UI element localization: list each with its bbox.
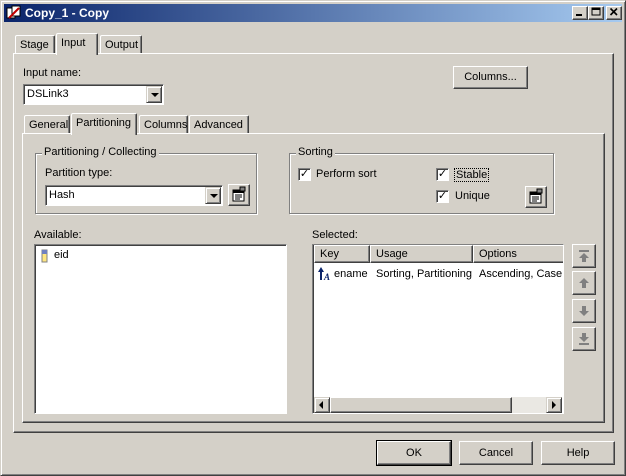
partition-type-label: Partition type: bbox=[45, 167, 113, 179]
scrollbar-thumb[interactable] bbox=[330, 397, 512, 413]
list-item[interactable]: eid bbox=[39, 248, 239, 264]
properties-icon bbox=[529, 188, 543, 204]
ok-button[interactable]: OK bbox=[376, 440, 452, 466]
tab-input-label: Input bbox=[61, 37, 86, 49]
sort-key-icon: A bbox=[318, 267, 330, 282]
input-tab-panel: Input name: DSLink3 Columns... General P… bbox=[13, 53, 614, 433]
cancel-button[interactable]: Cancel bbox=[459, 441, 533, 465]
partition-type-value: Hash bbox=[49, 189, 75, 201]
available-label: Available: bbox=[34, 229, 82, 241]
partition-properties-button[interactable] bbox=[228, 184, 250, 206]
tab-stage-label: Stage bbox=[20, 39, 49, 51]
move-top-icon bbox=[579, 250, 589, 262]
horizontal-scrollbar[interactable] bbox=[314, 397, 562, 413]
tab-columns-label: Columns bbox=[144, 119, 188, 131]
app-icon bbox=[6, 5, 21, 19]
column-icon bbox=[41, 249, 48, 263]
minimize-button[interactable] bbox=[572, 6, 588, 20]
selected-list[interactable]: Key Usage Options A ename Sorting, Parti… bbox=[312, 244, 564, 414]
input-name-combo[interactable]: DSLink3 bbox=[23, 84, 164, 105]
table-row[interactable]: A ename Sorting, Partitioning Ascending,… bbox=[314, 265, 563, 283]
move-down-button[interactable] bbox=[572, 299, 596, 323]
tab-output[interactable]: Output bbox=[100, 35, 142, 55]
tab-input[interactable]: Input bbox=[56, 33, 98, 55]
move-to-top-button[interactable] bbox=[572, 244, 596, 268]
arrow-left-icon bbox=[319, 401, 323, 409]
chevron-down-icon[interactable] bbox=[146, 86, 162, 103]
tab-advanced-label: Advanced bbox=[194, 119, 243, 131]
partitioning-group: Partitioning / Collecting Partition type… bbox=[35, 146, 257, 214]
input-name-label: Input name: bbox=[23, 67, 82, 79]
sort-properties-button[interactable] bbox=[525, 186, 547, 208]
column-header-usage-label: Usage bbox=[376, 248, 408, 260]
tab-columns[interactable]: Columns bbox=[139, 115, 188, 135]
tab-general[interactable]: General bbox=[24, 115, 70, 135]
stable-checkbox[interactable]: ✓ bbox=[436, 168, 449, 181]
partition-type-combo[interactable]: Hash bbox=[45, 185, 223, 206]
column-header-options[interactable]: Options bbox=[473, 245, 563, 263]
arrow-up-icon bbox=[579, 278, 589, 288]
tab-output-label: Output bbox=[105, 39, 139, 51]
maximize-button[interactable] bbox=[588, 6, 604, 20]
available-list[interactable]: eid bbox=[34, 244, 287, 414]
columns-button[interactable]: Columns... bbox=[453, 66, 528, 89]
row-usage: Sorting, Partitioning bbox=[376, 268, 472, 280]
ok-button-label: OK bbox=[406, 447, 422, 459]
move-to-bottom-button[interactable] bbox=[572, 327, 596, 351]
tab-general-label: General bbox=[29, 119, 69, 131]
arrow-right-icon bbox=[552, 401, 556, 409]
arrow-down-icon bbox=[579, 306, 589, 316]
row-key: ename bbox=[334, 268, 368, 280]
help-button[interactable]: Help bbox=[541, 441, 615, 465]
properties-icon bbox=[232, 186, 246, 202]
stable-label: Stable bbox=[454, 168, 490, 182]
scroll-right-button[interactable] bbox=[546, 397, 562, 413]
close-icon bbox=[609, 7, 618, 16]
chevron-down-icon[interactable] bbox=[205, 187, 221, 204]
help-button-label: Help bbox=[566, 447, 590, 459]
scroll-left-button[interactable] bbox=[314, 397, 330, 413]
close-button[interactable] bbox=[606, 6, 622, 20]
input-name-value: DSLink3 bbox=[27, 88, 69, 100]
columns-button-label: Columns... bbox=[464, 71, 517, 83]
unique-checkbox[interactable]: ✓ bbox=[436, 190, 449, 203]
cancel-button-label: Cancel bbox=[478, 447, 514, 459]
column-header-key[interactable]: Key bbox=[314, 245, 370, 263]
column-header-usage[interactable]: Usage bbox=[370, 245, 473, 263]
tab-advanced[interactable]: Advanced bbox=[189, 115, 249, 135]
perform-sort-label: Perform sort bbox=[316, 168, 377, 180]
minimize-icon bbox=[576, 14, 582, 16]
move-bottom-icon bbox=[579, 333, 589, 345]
window-title: Copy_1 - Copy bbox=[25, 6, 110, 20]
selected-label: Selected: bbox=[312, 229, 358, 241]
row-options: Ascending, Case bbox=[479, 268, 563, 280]
dialog-window: Copy_1 - Copy Stage Input Output Input n… bbox=[0, 0, 626, 476]
unique-label: Unique bbox=[455, 190, 490, 202]
svg-text:A: A bbox=[323, 272, 330, 282]
sorting-group-title: Sorting bbox=[296, 146, 335, 158]
partitioning-group-title: Partitioning / Collecting bbox=[42, 146, 159, 158]
tab-stage[interactable]: Stage bbox=[15, 35, 55, 55]
move-up-button[interactable] bbox=[572, 271, 596, 295]
perform-sort-checkbox[interactable]: ✓ bbox=[298, 168, 311, 181]
title-bar[interactable]: Copy_1 - Copy bbox=[4, 4, 622, 22]
partitioning-tab-panel: Partitioning / Collecting Partition type… bbox=[22, 133, 605, 423]
available-item-label: eid bbox=[54, 249, 69, 261]
tab-partitioning[interactable]: Partitioning bbox=[71, 113, 137, 135]
column-header-options-label: Options bbox=[479, 248, 517, 260]
column-header-key-label: Key bbox=[320, 248, 339, 260]
sorting-group: Sorting ✓ Perform sort ✓ Stable ✓ Unique bbox=[289, 146, 554, 214]
tab-partitioning-label: Partitioning bbox=[76, 117, 132, 129]
maximize-icon bbox=[591, 7, 601, 16]
